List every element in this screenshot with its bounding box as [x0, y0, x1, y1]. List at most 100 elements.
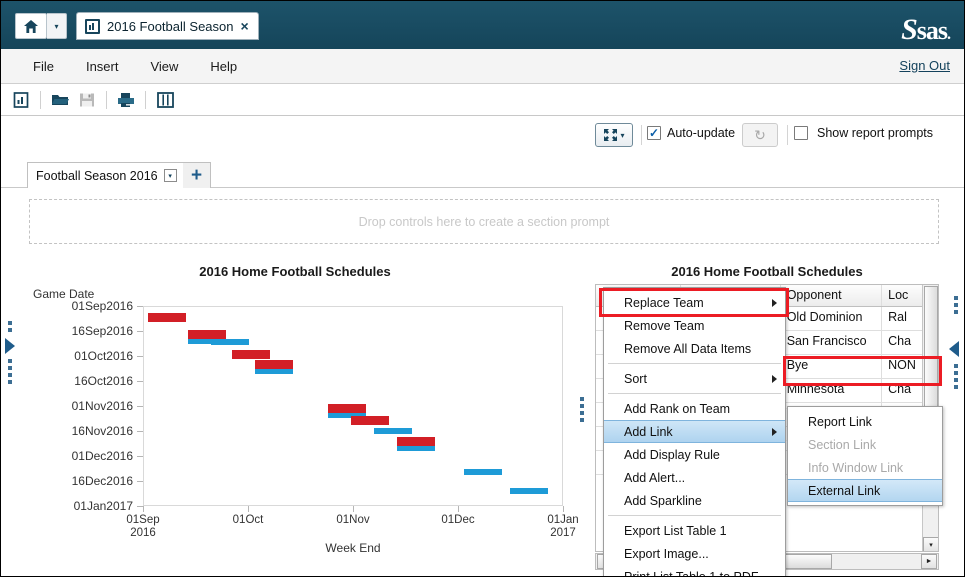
scroll-right-button[interactable]: ► [921, 554, 937, 569]
main-toolbar [1, 84, 965, 116]
new-report-button[interactable] [9, 88, 33, 112]
object-handle-dots-left-bottom[interactable] [7, 359, 12, 384]
object-handle-dots-left-top[interactable] [7, 321, 12, 332]
column-header-opponent[interactable]: Opponent [781, 285, 882, 306]
context-menu-item[interactable]: Add Rank on Team [604, 397, 785, 420]
home-button[interactable] [15, 13, 47, 39]
chart-bar-away[interactable] [510, 488, 548, 494]
context-menu[interactable]: Replace Team Remove Team Remove All Data I… [603, 287, 786, 577]
list-table-title: 2016 Home Football Schedules [595, 264, 939, 279]
chart-bar-away[interactable] [211, 339, 249, 345]
submenu-arrow-icon [772, 428, 777, 436]
context-menu-item-label: Add Sparkline [624, 494, 702, 508]
open-button[interactable] [48, 88, 72, 112]
show-report-prompts-control[interactable]: Show report prompts [794, 126, 933, 140]
chart-bar-away[interactable] [464, 469, 502, 475]
sas-logo-mark: S [901, 13, 917, 46]
table-cell[interactable]: San Francisco [781, 331, 882, 354]
context-menu-item[interactable]: Add Alert... [604, 466, 785, 489]
options-separator [787, 125, 788, 145]
chart-bar-home[interactable] [351, 416, 389, 425]
show-report-prompts-checkbox[interactable] [794, 126, 808, 140]
section-prompt-drop-zone[interactable]: Drop controls here to create a section p… [29, 199, 939, 244]
sign-out-link[interactable]: Sign Out [899, 58, 950, 73]
close-icon[interactable]: × [240, 19, 248, 33]
section-tab-label: Football Season 2016 [36, 169, 158, 183]
layout-button[interactable] [153, 88, 177, 112]
chart-y-tick [137, 481, 143, 482]
chart-y-tick [137, 356, 143, 357]
add-link-submenu[interactable]: Report LinkSection LinkInfo Window LinkE… [787, 406, 943, 506]
chart-title: 2016 Home Football Schedules [17, 264, 573, 279]
context-menu-item-label: Add Rank on Team [624, 402, 730, 416]
context-menu-item[interactable]: Add Link [604, 420, 785, 443]
context-menu-item[interactable]: Sort [604, 367, 785, 390]
submenu-item[interactable]: External Link [788, 479, 942, 502]
gantt-chart-object[interactable]: 2016 Home Football Schedules Game Date 0… [17, 256, 573, 566]
section-tab-football-season-2016[interactable]: Football Season 2016 ▾ [27, 162, 186, 188]
chart-bar-home[interactable] [232, 350, 270, 359]
menu-file[interactable]: File [17, 55, 70, 78]
chart-bar-home[interactable] [397, 437, 435, 446]
chart-y-tick-label: 01Sep2016 [72, 299, 133, 313]
context-menu-item[interactable]: Export Image... [604, 542, 785, 565]
context-menu-item-label: Print List Table 1 to PDF [624, 570, 759, 577]
home-dropdown-button[interactable]: ▾ [47, 13, 67, 39]
auto-update-checkbox[interactable]: ✓ [647, 126, 661, 140]
chart-bar-away[interactable] [374, 428, 412, 434]
context-menu-item[interactable]: Export List Table 1 [604, 519, 785, 542]
context-menu-item-label: Remove Team [624, 319, 704, 333]
section-tab-strip: Football Season 2016 ▾ + [1, 162, 965, 188]
auto-update-control[interactable]: ✓ Auto-update [647, 126, 735, 140]
chart-bar-home[interactable] [148, 313, 186, 322]
object-resize-arrow-right[interactable] [949, 341, 959, 357]
options-separator [641, 125, 642, 145]
chart-y-tick-label: 16Dec2016 [72, 474, 133, 488]
add-section-button[interactable]: + [183, 162, 211, 188]
chart-bar-home[interactable] [255, 360, 293, 369]
chart-x-tick [563, 506, 564, 512]
chart-y-tick [137, 456, 143, 457]
chart-y-tick-label: 16Nov2016 [72, 424, 133, 438]
scroll-down-button[interactable]: ▾ [923, 537, 939, 552]
context-menu-separator [608, 515, 781, 516]
chevron-down-icon[interactable]: ▾ [164, 169, 177, 182]
object-resize-arrow-left[interactable] [5, 338, 15, 354]
layout-icon [157, 92, 174, 108]
table-cell[interactable]: Old Dominion [781, 307, 882, 330]
chart-y-tick [137, 381, 143, 382]
context-menu-item[interactable]: Add Display Rule [604, 443, 785, 466]
document-tab-label: 2016 Football Season [107, 19, 233, 34]
chart-bar-away[interactable] [397, 446, 435, 451]
chart-y-tick [137, 331, 143, 332]
menu-help[interactable]: Help [194, 55, 253, 78]
fit-to-screen-button[interactable]: ▾ [595, 123, 633, 147]
save-button[interactable] [75, 88, 99, 112]
context-menu-item[interactable]: Remove Team [604, 314, 785, 337]
submenu-item[interactable]: Report Link [788, 410, 942, 433]
object-handle-dots-right-top[interactable] [953, 296, 958, 314]
context-menu-item[interactable]: Remove All Data Items [604, 337, 785, 360]
context-menu-item[interactable]: Replace Team [604, 291, 785, 314]
chart-x-tick [143, 506, 144, 512]
chart-bar-home[interactable] [188, 330, 226, 339]
menu-view[interactable]: View [134, 55, 194, 78]
menu-insert[interactable]: Insert [70, 55, 135, 78]
document-tab[interactable]: 2016 Football Season × [76, 12, 259, 40]
context-menu-item[interactable]: Print List Table 1 to PDF [604, 565, 785, 577]
chart-x-tick [353, 506, 354, 512]
object-handle-dots-middle[interactable] [579, 397, 584, 422]
context-menu-item-label: Replace Team [624, 296, 704, 310]
table-cell[interactable]: Minnesota [781, 379, 882, 402]
object-handle-dots-right-bottom[interactable] [953, 364, 958, 389]
chart-bar-away[interactable] [255, 369, 293, 374]
print-button[interactable] [114, 88, 138, 112]
chart-bar-home[interactable] [328, 404, 366, 413]
context-menu-item-label: Remove All Data Items [624, 342, 751, 356]
table-cell[interactable]: Bye [781, 355, 882, 378]
sas-logo-dot: . [947, 26, 950, 43]
sas-logo-text: sas [917, 16, 947, 45]
context-menu-item[interactable]: Add Sparkline [604, 489, 785, 512]
refresh-button[interactable]: ↻ [742, 123, 778, 147]
context-menu-item-label: Add Link [624, 425, 673, 439]
